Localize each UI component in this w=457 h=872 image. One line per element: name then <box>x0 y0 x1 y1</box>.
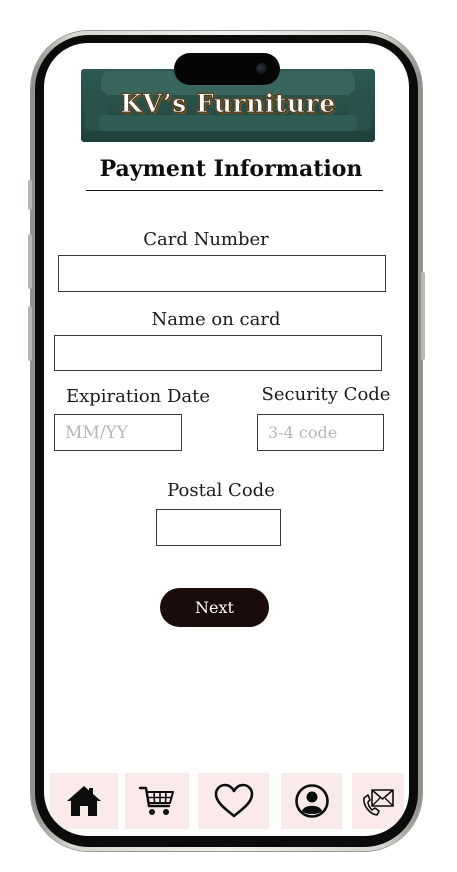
next-button[interactable]: Next <box>160 588 269 627</box>
expiration-date-label: Expiration Date <box>65 386 211 407</box>
name-on-card-input[interactable] <box>54 335 382 371</box>
card-number-input[interactable] <box>58 255 386 292</box>
brand-title: KV’s Furniture <box>120 89 336 119</box>
expiration-date-input[interactable] <box>54 414 182 451</box>
postal-code-label: Postal Code <box>167 480 275 501</box>
user-profile-icon <box>294 784 329 818</box>
dynamic-island <box>174 53 280 85</box>
nav-profile[interactable] <box>281 773 342 829</box>
phone-screen: KV’s Furniture Payment Information Card … <box>44 43 409 836</box>
page-title: Payment Information <box>99 156 363 182</box>
contact-mail-phone-icon <box>363 789 394 816</box>
title-divider <box>86 190 383 191</box>
volume-up-button <box>28 234 32 289</box>
power-button <box>421 272 425 360</box>
home-icon <box>67 786 101 816</box>
nav-home[interactable] <box>50 773 118 829</box>
nav-favorites[interactable] <box>198 773 269 829</box>
card-number-label: Card Number <box>143 229 269 250</box>
security-code-input[interactable] <box>257 414 384 451</box>
heart-icon <box>214 783 253 818</box>
bottom-navbar <box>44 773 409 831</box>
action-button <box>28 180 32 210</box>
shopping-cart-icon <box>138 786 174 815</box>
security-code-label: Security Code <box>261 384 391 405</box>
volume-down-button <box>28 306 32 361</box>
name-on-card-label: Name on card <box>151 309 281 330</box>
postal-code-input[interactable] <box>156 509 281 546</box>
nav-cart[interactable] <box>125 773 189 829</box>
nav-contact[interactable] <box>352 773 404 829</box>
front-camera-icon <box>256 63 267 74</box>
